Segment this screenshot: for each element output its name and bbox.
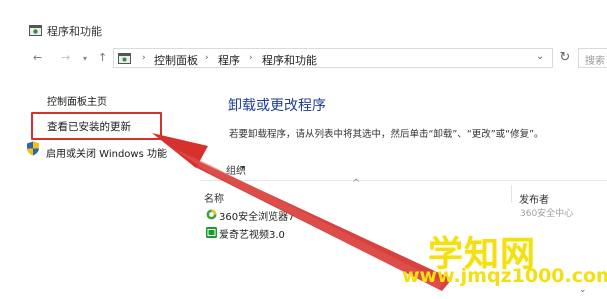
watermark-url: www.jmqz1000.com xyxy=(402,265,607,287)
scroll-down-chevron-icon[interactable]: ⌄ xyxy=(579,285,587,295)
